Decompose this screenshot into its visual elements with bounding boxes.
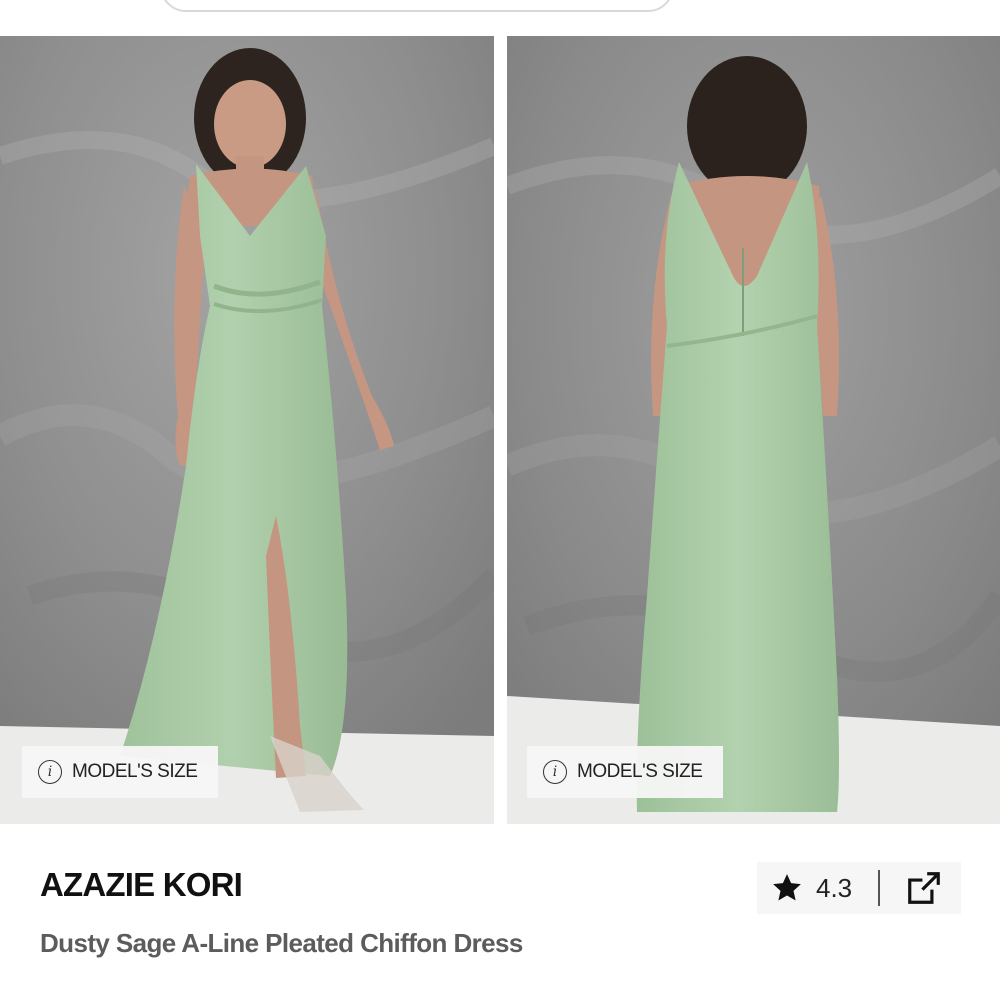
- rating[interactable]: 4.3: [757, 862, 852, 914]
- rating-value: 4.3: [816, 872, 853, 903]
- info-icon: i: [543, 760, 567, 784]
- dress-back-photo: [507, 36, 1000, 824]
- info-icon: i: [38, 760, 62, 784]
- dress-front-photo: [0, 36, 494, 824]
- product-actions: 4.3: [757, 862, 961, 914]
- divider: [878, 870, 881, 906]
- product-image-front[interactable]: i MODEL'S SIZE: [0, 36, 494, 824]
- external-link-icon: [908, 872, 940, 904]
- model-size-button[interactable]: i MODEL'S SIZE: [22, 746, 218, 798]
- model-size-button[interactable]: i MODEL'S SIZE: [527, 746, 723, 798]
- star-icon: [773, 874, 801, 901]
- search-bar[interactable]: [160, 0, 674, 12]
- model-size-label: MODEL'S SIZE: [72, 761, 198, 782]
- product-brand: AZAZIE KORI: [40, 866, 243, 903]
- product-image-back[interactable]: i MODEL'S SIZE: [507, 36, 1000, 824]
- product-title: Dusty Sage A-Line Pleated Chiffon Dress: [40, 928, 523, 958]
- model-size-label: MODEL'S SIZE: [577, 761, 703, 782]
- share-button[interactable]: [904, 868, 944, 908]
